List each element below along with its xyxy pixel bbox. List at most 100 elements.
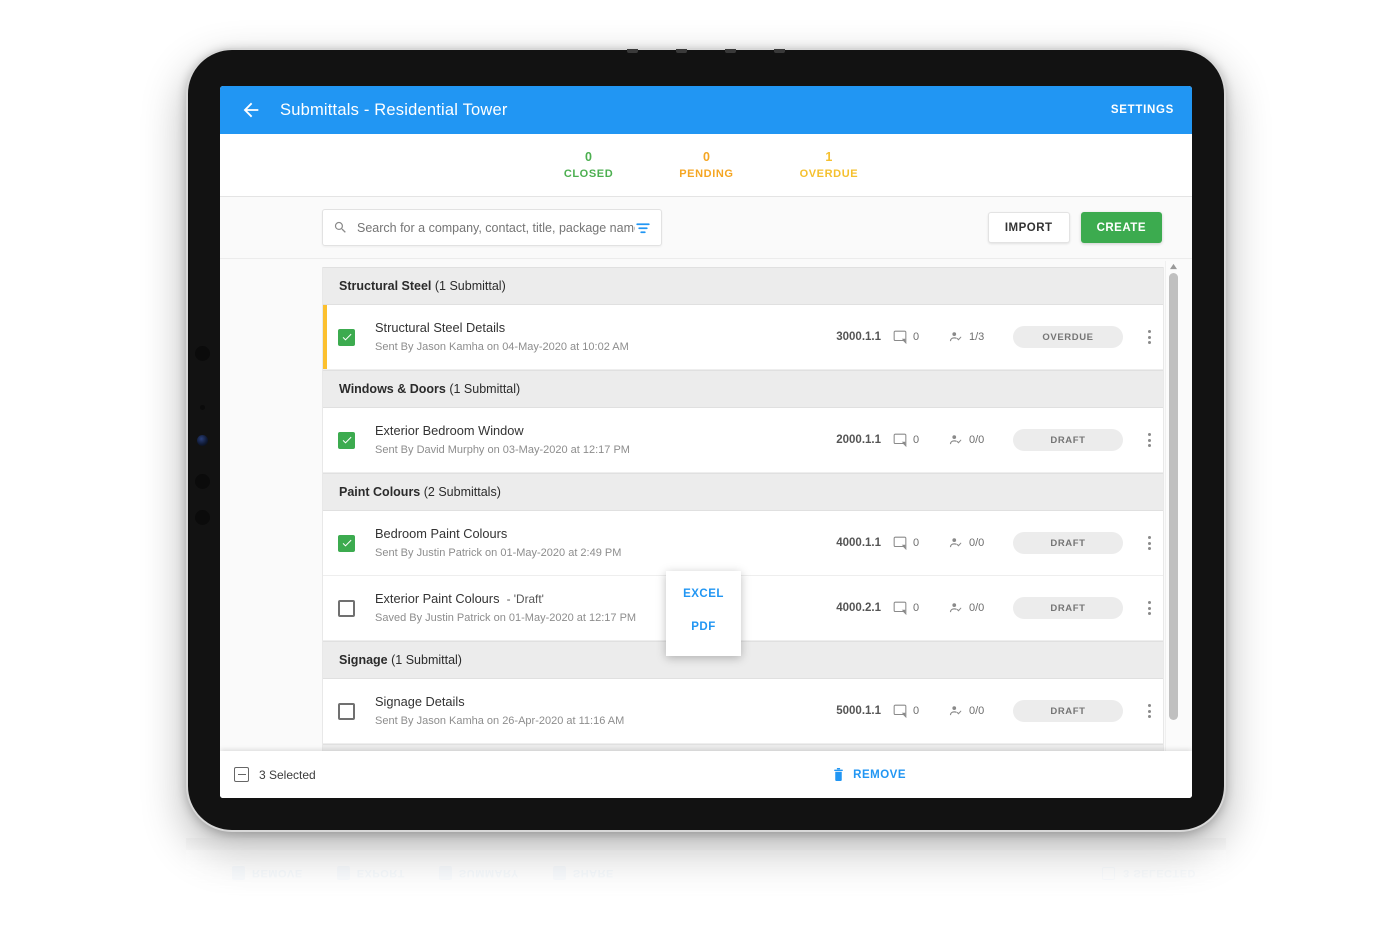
export-excel-option[interactable]: EXCEL (683, 588, 724, 600)
arrow-left-icon[interactable] (240, 99, 262, 121)
row-subtitle: Sent By Jason Kamha on 26-Apr-2020 at 11… (375, 714, 625, 727)
counter-overdue[interactable]: 1 OVERDUE (800, 149, 859, 182)
submittal-row[interactable]: Signage Details Sent By Jason Kamha on 26… (323, 679, 1163, 744)
submittal-row[interactable]: Bedroom Paint Colours Sent By Justin Patr… (323, 511, 1163, 576)
status-badge[interactable]: DRAFT (1013, 532, 1123, 554)
reflection-label: SHARE (572, 867, 614, 880)
settings-button[interactable]: SETTINGS (1111, 104, 1174, 116)
export-format-menu[interactable]: EXCEL PDF (666, 571, 741, 656)
comment-icon (893, 536, 907, 550)
import-button[interactable]: IMPORT (987, 212, 1070, 243)
approvers-icon (949, 538, 962, 548)
row-comments-count: 0 (913, 434, 920, 446)
list-scrollbar[interactable] (1165, 261, 1180, 796)
share-icon (552, 866, 566, 881)
search-input[interactable] (357, 220, 635, 235)
row-title: Bedroom Paint Colours (375, 525, 823, 543)
row-approvers[interactable]: 0/0 (949, 536, 1013, 550)
status-badge[interactable]: DRAFT (1013, 700, 1123, 722)
row-checkbox[interactable] (338, 702, 355, 720)
group-header: Paint Colours (2 Submittals) (323, 473, 1163, 511)
row-checkbox[interactable] (338, 431, 355, 449)
row-text: Exterior Bedroom Window Sent By David Mur… (375, 422, 823, 459)
row-checkbox[interactable] (338, 534, 355, 552)
row-title-text: Bedroom Paint Colours (375, 525, 508, 541)
status-badge[interactable]: DRAFT (1013, 429, 1123, 451)
indeterminate-checkbox-icon[interactable] (234, 767, 249, 782)
speaker-hole-icon (725, 49, 736, 53)
row-title: Signage Details (375, 693, 823, 711)
row-subtitle: Sent By David Murphy on 03-May-2020 at 1… (375, 443, 630, 456)
submittal-row[interactable]: Exterior Bedroom Window Sent By David Mur… (323, 408, 1163, 473)
row-text: Exterior Paint Colours - 'Draft' Saved By… (375, 590, 823, 627)
scroll-up-arrow-icon[interactable] (1169, 263, 1178, 270)
group-name: Windows & Doors (339, 382, 446, 396)
row-subtitle: Sent By Justin Patrick on 01-May-2020 at… (375, 546, 622, 559)
bezel-sensor-icon (195, 474, 210, 489)
comment-icon (893, 601, 907, 615)
row-overflow-menu-icon[interactable] (1141, 433, 1157, 447)
filter-icon[interactable] (635, 221, 651, 235)
group-header: Structural Steel (1 Submittal) (323, 267, 1163, 305)
submittals-list: Structural Steel (1 Submittal) Structural… (322, 267, 1164, 798)
remove-button[interactable]: REMOVE (832, 767, 906, 782)
row-approvers-count: 0/0 (969, 434, 985, 446)
speaker-hole-icon (627, 49, 638, 53)
row-title-suffix: - 'Draft' (506, 591, 544, 606)
row-overflow-menu-icon[interactable] (1141, 704, 1157, 718)
trash-icon (834, 768, 843, 781)
row-comments[interactable]: 0 (893, 536, 949, 550)
scrollbar-thumb[interactable] (1169, 273, 1178, 720)
comment-icon (893, 433, 907, 447)
counter-pending-value: 0 (702, 149, 710, 164)
status-counters: 0 CLOSED 0 PENDING 1 OVERDUE (220, 134, 1192, 197)
trash-icon (232, 866, 245, 881)
row-number: 2000.1.1 (836, 434, 881, 446)
row-overflow-menu-icon[interactable] (1141, 601, 1157, 615)
selection-bottom-bar: 3 Selected REMOVE (220, 751, 1192, 798)
counter-overdue-label: OVERDUE (799, 167, 859, 180)
row-checkbox[interactable] (338, 599, 355, 617)
group-count: (2 Submittals) (423, 485, 501, 499)
row-overflow-menu-icon[interactable] (1141, 330, 1157, 344)
row-title: Structural Steel Details (375, 319, 823, 337)
bezel-sensor-icon (195, 510, 210, 525)
row-comments-count: 0 (913, 705, 920, 717)
row-approvers[interactable]: 1/3 (949, 330, 1013, 344)
selection-toggle[interactable]: 3 Selected (234, 767, 316, 782)
row-approvers[interactable]: 0/0 (949, 433, 1013, 447)
approvers-icon (949, 435, 962, 445)
row-approvers[interactable]: 0/0 (949, 601, 1013, 615)
search-box[interactable] (322, 209, 662, 246)
group-count: (1 Submittal) (434, 279, 506, 293)
row-number: 3000.1.1 (836, 331, 881, 343)
bezel-sensor-icon (195, 346, 210, 361)
row-number: 5000.1.1 (836, 705, 881, 717)
counter-closed[interactable]: 0 CLOSED (564, 149, 613, 182)
submittal-row[interactable]: Exterior Paint Colours - 'Draft' Saved By… (323, 576, 1163, 641)
tablet-device-frame: Submittals - Residential Tower SETTINGS … (185, 47, 1227, 833)
row-approvers-count: 0/0 (969, 537, 985, 549)
row-comments[interactable]: 0 (893, 433, 949, 447)
status-badge[interactable]: OVERDUE (1013, 326, 1123, 348)
row-overflow-menu-icon[interactable] (1141, 536, 1157, 550)
reflection-device-edge (186, 838, 1226, 850)
group-name: Structural Steel (339, 279, 432, 293)
reflection-item-share: SHARE (552, 866, 614, 881)
row-number: 4000.2.1 (836, 602, 881, 614)
row-title-text: Exterior Paint Colours (375, 590, 500, 606)
reflection-action-bar: REMOVE EXPORT SUMMARY SHARE 3 SELECTED (186, 850, 1226, 897)
counter-pending[interactable]: 0 PENDING (679, 149, 733, 182)
status-badge[interactable]: DRAFT (1013, 597, 1123, 619)
app-bar: Submittals - Residential Tower SETTINGS (220, 86, 1192, 134)
row-comments[interactable]: 0 (893, 330, 949, 344)
create-button[interactable]: CREATE (1080, 212, 1162, 243)
submittal-row[interactable]: Structural Steel Details Sent By Jason Ka… (323, 305, 1163, 370)
row-comments[interactable]: 0 (893, 704, 949, 718)
row-text: Bedroom Paint Colours Sent By Justin Patr… (375, 525, 823, 562)
row-approvers[interactable]: 0/0 (949, 704, 1013, 718)
export-pdf-option[interactable]: PDF (691, 621, 716, 633)
row-comments[interactable]: 0 (893, 601, 949, 615)
row-checkbox[interactable] (338, 328, 355, 346)
tablet-reflection: REMOVE EXPORT SUMMARY SHARE 3 SELECTED (186, 838, 1226, 933)
